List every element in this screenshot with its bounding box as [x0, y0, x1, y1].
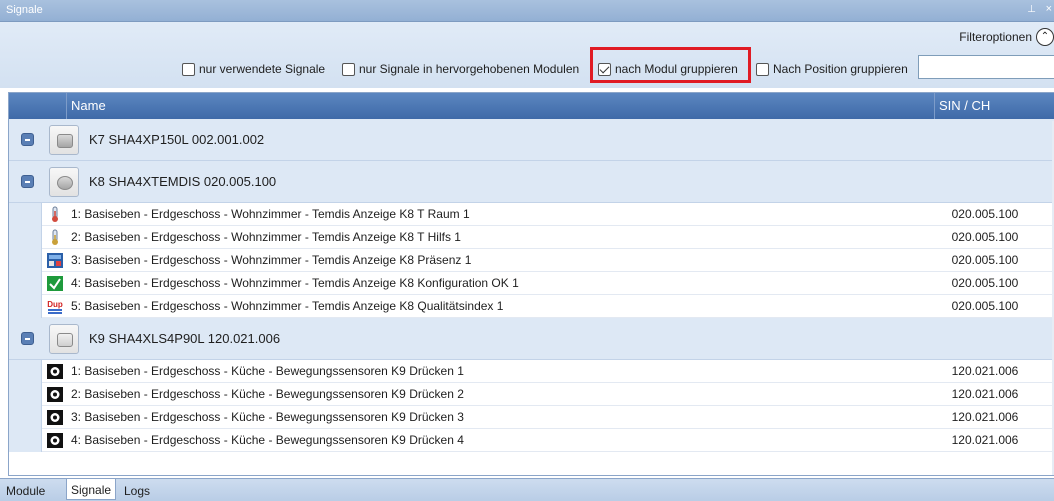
grid-rows: K7 SHA4XP150L 002.001.002 K8 SHA4XTEMDIS… — [9, 119, 1054, 452]
signal-sin: 120.021.006 — [951, 387, 1019, 401]
signal-sin: 120.021.006 — [951, 410, 1019, 424]
push-button-icon — [46, 363, 64, 380]
group-row[interactable]: K9 SHA4XLS4P90L 120.021.006 — [9, 318, 1054, 360]
table-row[interactable]: 3: Basiseben - Erdgeschoss - Küche - Bew… — [9, 406, 1054, 429]
column-header-name[interactable]: Name — [67, 93, 935, 119]
pin-icon[interactable]: ⊥ — [1027, 4, 1036, 15]
group-row[interactable]: K7 SHA4XP150L 002.001.002 — [9, 119, 1054, 161]
presence-icon — [46, 252, 64, 269]
table-row[interactable]: 4: Basiseben - Erdgeschoss - Wohnzimmer … — [9, 272, 1054, 295]
push-button-icon — [46, 386, 64, 403]
close-icon[interactable]: × — [1046, 3, 1052, 15]
module-thumbnail — [49, 125, 79, 155]
collapse-icon[interactable] — [21, 175, 34, 188]
table-row[interactable]: 2: Basiseben - Erdgeschoss - Küche - Bew… — [9, 383, 1054, 406]
checkbox-box[interactable] — [182, 62, 195, 76]
signal-sin: 020.005.100 — [951, 299, 1019, 313]
column-header-name-label: Name — [71, 98, 106, 113]
group-label: K9 SHA4XLS4P90L 120.021.006 — [89, 331, 281, 346]
collapse-icon[interactable] — [21, 133, 34, 146]
table-row[interactable]: 3: Basiseben - Erdgeschoss - Wohnzimmer … — [9, 249, 1054, 272]
tab-signale[interactable]: Signale — [66, 479, 117, 500]
signal-sin: 120.021.006 — [951, 364, 1019, 378]
checkbox-label: Nach Position gruppieren — [773, 62, 908, 76]
config-ok-icon — [46, 275, 64, 292]
tab-module[interactable]: Module — [2, 482, 49, 500]
thermometer-icon — [46, 206, 64, 223]
filter-options-label[interactable]: Filteroptionen — [959, 30, 1032, 44]
checkbox-box[interactable] — [342, 62, 355, 76]
signal-sin: 020.005.100 — [951, 207, 1019, 221]
grid-header: Name SIN / CH — [9, 93, 1054, 119]
table-row[interactable]: 1: Basiseben - Erdgeschoss - Küche - Bew… — [9, 360, 1054, 383]
module-thumbnail — [49, 324, 79, 354]
search-input[interactable] — [918, 55, 1054, 79]
chevron-up-icon[interactable]: ⌃ — [1036, 28, 1054, 46]
thermometer-icon — [46, 229, 64, 246]
signal-name: 1: Basiseben - Erdgeschoss - Wohnzimmer … — [71, 207, 470, 221]
module-thumbnail — [49, 167, 79, 197]
signal-name: 4: Basiseben - Erdgeschoss - Wohnzimmer … — [71, 276, 519, 290]
highlight-annotation — [590, 47, 751, 83]
checkbox-used-signals[interactable]: nur verwendete Signale — [182, 58, 325, 80]
group-row[interactable]: K8 SHA4XTEMDIS 020.005.100 — [9, 161, 1054, 203]
signals-panel: Signale ⊥ × Filteroptionen ⌃ nur verwend… — [0, 0, 1054, 501]
collapse-icon[interactable] — [21, 332, 34, 345]
push-button-icon — [46, 432, 64, 449]
column-header-sin-label: SIN / CH — [939, 98, 991, 113]
column-header-sin[interactable]: SIN / CH — [935, 93, 1054, 119]
checkbox-box[interactable] — [756, 62, 769, 76]
signal-name: 1: Basiseben - Erdgeschoss - Küche - Bew… — [71, 364, 464, 378]
dup-icon-text: Dup — [47, 300, 63, 309]
table-row[interactable]: 1: Basiseben - Erdgeschoss - Wohnzimmer … — [9, 203, 1054, 226]
signal-sin: 120.021.006 — [951, 433, 1019, 447]
group-label: K8 SHA4XTEMDIS 020.005.100 — [89, 174, 277, 189]
signal-sin: 020.005.100 — [951, 230, 1019, 244]
push-button-icon — [46, 409, 64, 426]
signal-name: 5: Basiseben - Erdgeschoss - Wohnzimmer … — [71, 299, 504, 313]
panel-title: Signale — [6, 4, 43, 16]
tab-logs[interactable]: Logs — [120, 482, 154, 500]
signals-grid: Name SIN / CH K7 SHA4XP150L 002.001.002 … — [8, 92, 1054, 476]
panel-titlebar: Signale ⊥ × — [0, 0, 1054, 22]
signal-sin: 020.005.100 — [951, 253, 1019, 267]
checkbox-label: nur verwendete Signale — [199, 62, 326, 76]
signal-name: 3: Basiseben - Erdgeschoss - Küche - Bew… — [71, 410, 464, 424]
signal-name: 3: Basiseben - Erdgeschoss - Wohnzimmer … — [71, 253, 472, 267]
filter-bar: Filteroptionen ⌃ nur verwendete Signale … — [0, 22, 1054, 88]
table-row[interactable]: Dup 5: Basiseben - Erdgeschoss - Wohnzim… — [9, 295, 1054, 318]
group-label: K7 SHA4XP150L 002.001.002 — [89, 132, 265, 147]
signal-name: 2: Basiseben - Erdgeschoss - Küche - Bew… — [71, 387, 464, 401]
signal-name: 4: Basiseben - Erdgeschoss - Küche - Bew… — [71, 433, 464, 447]
header-spacer — [9, 93, 67, 119]
dup-icon: Dup — [46, 298, 64, 315]
bottom-tabbar: Module Signale Logs — [0, 478, 1054, 501]
table-row[interactable]: 2: Basiseben - Erdgeschoss - Wohnzimmer … — [9, 226, 1054, 249]
signal-name: 2: Basiseben - Erdgeschoss - Wohnzimmer … — [71, 230, 461, 244]
checkbox-label: nur Signale in hervorgehobenen Modulen — [359, 62, 580, 76]
signal-sin: 020.005.100 — [951, 276, 1019, 290]
table-row[interactable]: 4: Basiseben - Erdgeschoss - Küche - Bew… — [9, 429, 1054, 452]
checkbox-highlighted-modules[interactable]: nur Signale in hervorgehobenen Modulen — [342, 58, 579, 80]
checkbox-group-by-position[interactable]: Nach Position gruppieren — [756, 58, 908, 80]
